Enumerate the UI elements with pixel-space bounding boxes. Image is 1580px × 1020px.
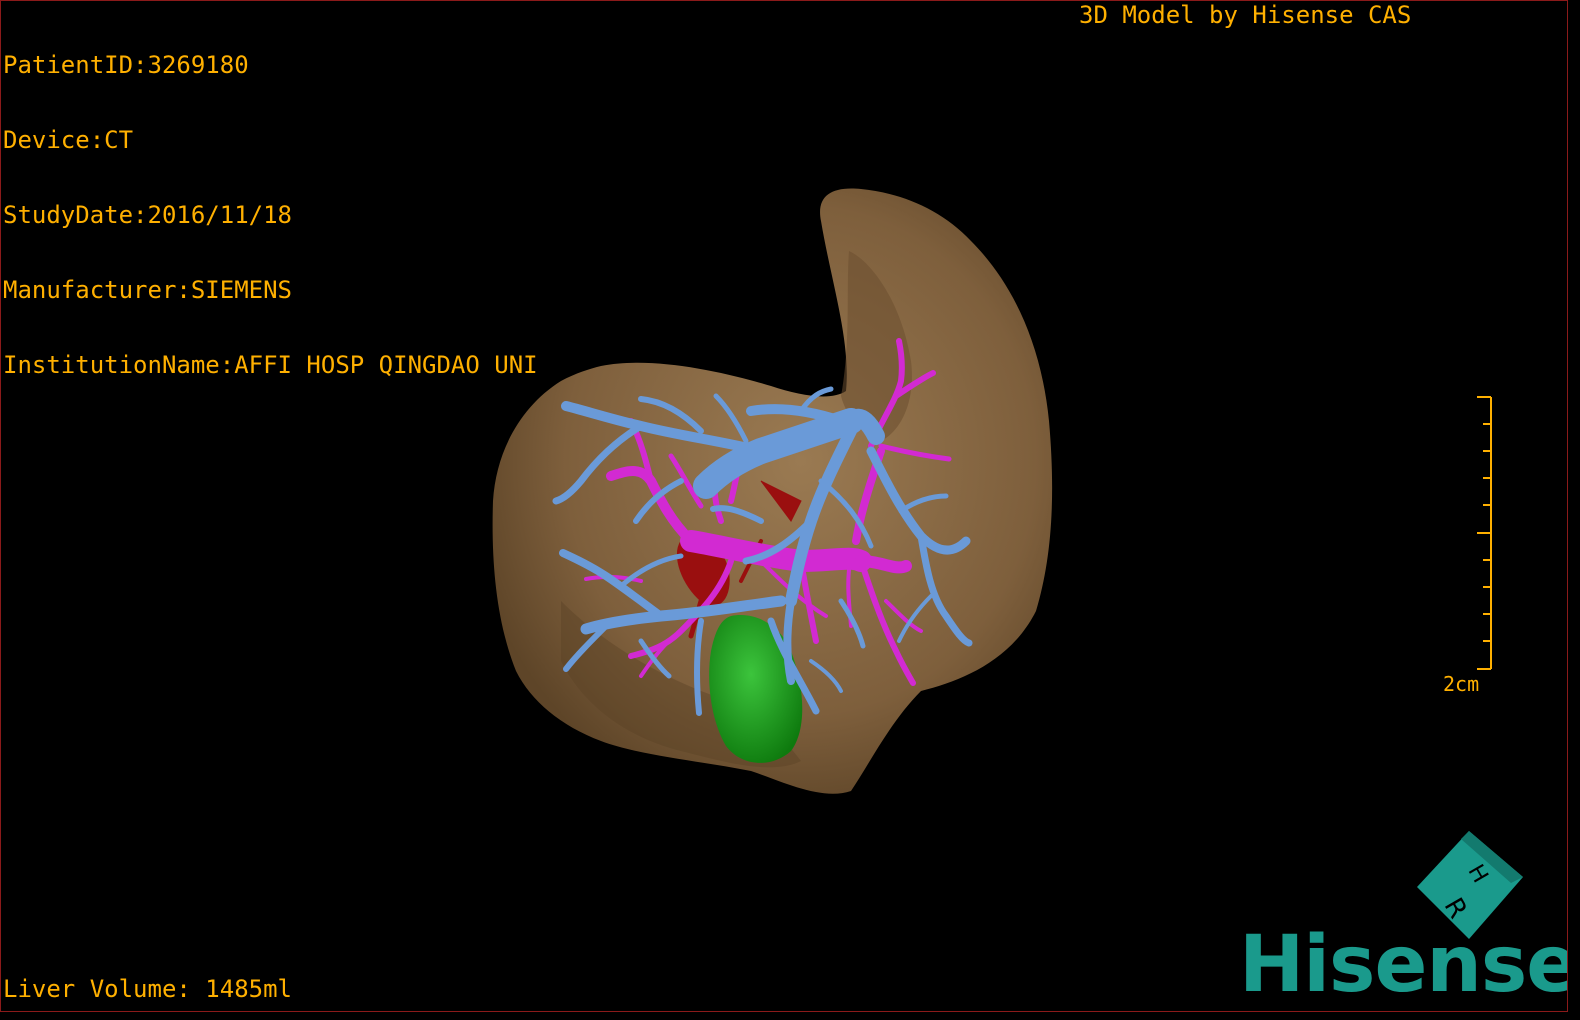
study-date: StudyDate:2016/11/18 — [3, 201, 292, 229]
device: Device:CT — [3, 126, 134, 154]
scale-bar-label: 2cm — [1443, 672, 1480, 696]
institution-name: InstitutionName:AFFI HOSP QINGDAO UNI — [3, 351, 538, 379]
patient-id: PatientID:3269180 — [3, 51, 249, 79]
scale-bar — [1477, 396, 1492, 670]
hisense-logo: Hisense — [1239, 920, 1568, 1010]
model-title: 3D Model by Hisense CAS — [1079, 1, 1412, 29]
3d-viewport[interactable]: PatientID:3269180 Device:CT StudyDate:20… — [0, 0, 1568, 1012]
manufacturer: Manufacturer:SIEMENS — [3, 276, 292, 304]
liver-volume: Liver Volume: 1485ml — [3, 975, 292, 1003]
dicom-info-overlay: PatientID:3269180 Device:CT StudyDate:20… — [3, 3, 538, 428]
